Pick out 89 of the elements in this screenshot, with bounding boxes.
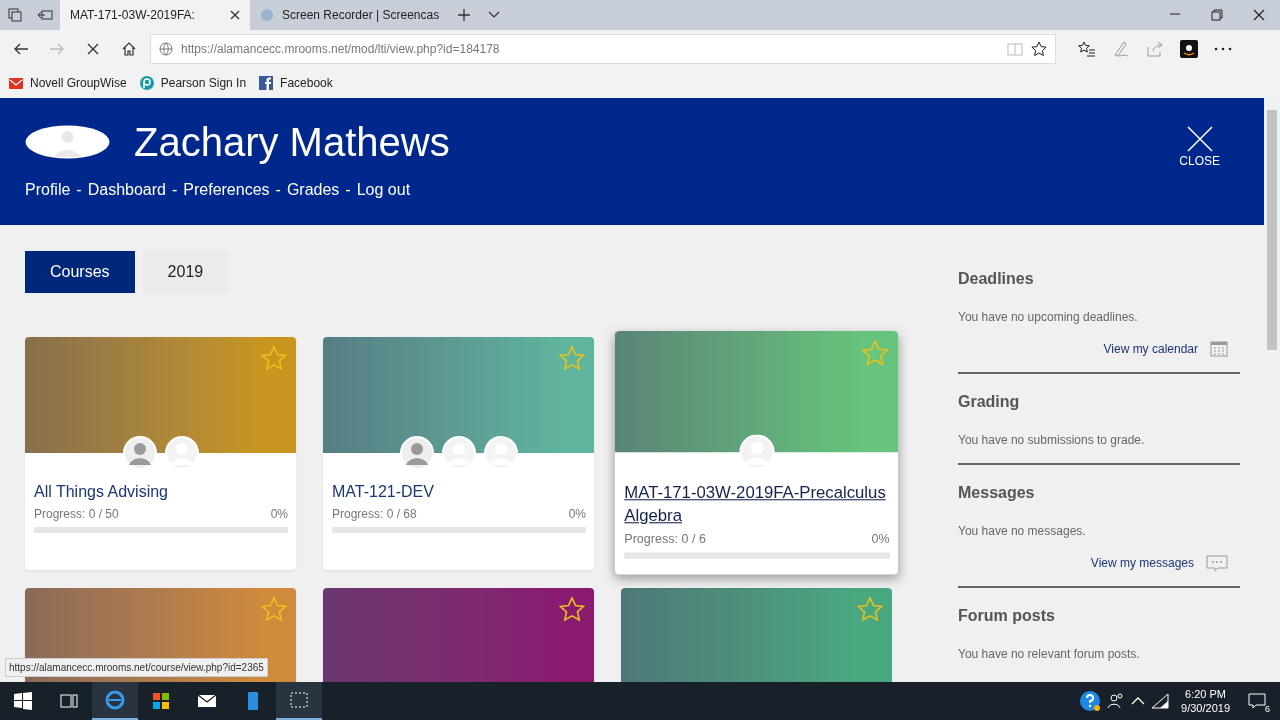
- teacher-avatar-icon[interactable]: [122, 436, 157, 470]
- section-heading: Messages: [958, 483, 1036, 503]
- star-icon[interactable]: [856, 596, 884, 624]
- teacher-avatar-icon[interactable]: [399, 436, 434, 470]
- pen-icon[interactable]: [1112, 40, 1130, 58]
- favorites-link[interactable]: Pearson Sign In: [138, 74, 247, 92]
- course-tab[interactable]: 2019: [142, 251, 229, 293]
- mail-icon: [8, 75, 24, 91]
- address-field[interactable]: https://alamancecc.mrooms.net/mod/lti/view.php?id=184178: [150, 34, 1056, 64]
- course-title-link[interactable]: MAT-171-03W-2019FA-Precalculus Algebra: [624, 481, 890, 528]
- wifi-icon[interactable]: [1151, 693, 1170, 709]
- progress-percent: 0%: [270, 506, 288, 523]
- restore-tabs-icon[interactable]: [37, 9, 53, 21]
- social-logo-icon: [258, 75, 275, 91]
- calendar-icon[interactable]: [1210, 340, 1228, 358]
- section-link[interactable]: View my messages: [1090, 554, 1194, 572]
- section-message: You have no relevant forum posts.: [958, 646, 1141, 663]
- help-icon[interactable]: [1079, 690, 1102, 712]
- section-heading: Forum posts: [958, 606, 1056, 626]
- user-name: Zachary Mathews: [134, 122, 450, 162]
- star-icon[interactable]: [260, 345, 288, 373]
- teacher-avatar-icon[interactable]: [441, 436, 476, 470]
- grid-app-icon[interactable]: [151, 691, 171, 711]
- new-tab-icon[interactable]: [457, 8, 472, 22]
- course-card[interactable]: MAT-121-DEV Progress: 0 / 68 0%: [323, 337, 594, 570]
- close-icon[interactable]: [230, 10, 240, 20]
- clock[interactable]: 6:20 PM 9/30/2019: [1175, 687, 1236, 715]
- favorites-link[interactable]: Novell GroupWise: [8, 74, 127, 92]
- course-card[interactable]: All Things Advising Progress: 0 / 50 0%: [25, 337, 296, 570]
- people-icon[interactable]: [1107, 692, 1126, 710]
- separator: -: [345, 180, 351, 200]
- separator: -: [275, 180, 281, 200]
- chevron-up-icon[interactable]: [1131, 696, 1146, 706]
- progress-label: Progress: 0 / 6: [624, 530, 706, 549]
- notifications-button[interactable]: 6: [1242, 686, 1272, 716]
- tabs-aside-icon[interactable]: [8, 8, 22, 22]
- progress-percent: 0%: [871, 530, 890, 549]
- header-link[interactable]: Dashboard: [87, 178, 166, 202]
- close-icon: [1186, 126, 1213, 152]
- teacher-avatar-icon[interactable]: [738, 434, 775, 470]
- progress-label: Progress: 0 / 50: [34, 506, 119, 523]
- snipping-icon[interactable]: [289, 690, 309, 710]
- section-message: You have no submissions to grade.: [958, 432, 1146, 449]
- browser-tab[interactable]: MAT-171-03W-2019FA:: [60, 0, 250, 30]
- avatar-icon: [25, 125, 110, 159]
- section-heading: Grading: [958, 392, 1021, 412]
- star-icon[interactable]: [558, 345, 586, 373]
- notification-count: 6: [1265, 705, 1270, 714]
- course-title-link[interactable]: MAT-121-DEV: [332, 481, 586, 503]
- star-icon[interactable]: [260, 596, 288, 624]
- more-icon[interactable]: [1214, 47, 1232, 51]
- favorites-list-icon[interactable]: [1078, 41, 1096, 57]
- section-heading: Deadlines: [958, 269, 1035, 289]
- stop-icon[interactable]: [85, 41, 101, 57]
- star-icon[interactable]: [558, 596, 586, 624]
- star-icon[interactable]: [1031, 41, 1047, 57]
- section-message: You have no messages.: [958, 523, 1087, 540]
- header-link[interactable]: Grades: [286, 178, 340, 202]
- star-icon[interactable]: [860, 339, 890, 369]
- chevron-down-icon[interactable]: [488, 11, 501, 19]
- header-link[interactable]: Log out: [356, 178, 411, 202]
- message-icon: [1248, 693, 1266, 709]
- app-icon[interactable]: [1180, 40, 1198, 58]
- header-link[interactable]: Preferences: [183, 178, 270, 202]
- header-link[interactable]: Profile: [25, 178, 71, 202]
- globe-icon: [159, 42, 173, 56]
- course-title-link[interactable]: All Things Advising: [34, 481, 288, 503]
- status-url-tooltip: https://alamancecc.mrooms.net/course/view.php?id=2365: [5, 658, 268, 677]
- course-tab[interactable]: Courses: [25, 251, 135, 293]
- start-icon[interactable]: [13, 691, 33, 711]
- teacher-avatar-icon[interactable]: [164, 436, 199, 470]
- section-message: You have no upcoming deadlines.: [958, 309, 1139, 326]
- course-card[interactable]: MAT-171-03W-2019FA-Precalculus Algebra Progress: 0 / 6 0%: [614, 331, 899, 575]
- progress-label: Progress: 0 / 68: [332, 506, 417, 523]
- separator: -: [76, 180, 82, 200]
- back-icon[interactable]: [13, 41, 29, 57]
- restore-icon[interactable]: [1211, 9, 1223, 21]
- favorites-link[interactable]: Facebook: [258, 74, 333, 92]
- teacher-avatar-icon[interactable]: [483, 436, 518, 470]
- home-icon[interactable]: [121, 41, 137, 57]
- globe-icon: [260, 8, 274, 22]
- progress-percent: 0%: [568, 506, 586, 523]
- section-link[interactable]: View my calendar: [1103, 340, 1198, 358]
- task-view-icon[interactable]: [59, 691, 79, 711]
- close-icon[interactable]: [1253, 9, 1265, 21]
- circle-logo-icon: [138, 75, 155, 91]
- close-button[interactable]: CLOSE: [1179, 126, 1220, 170]
- browser-icon[interactable]: [105, 690, 125, 710]
- separator: -: [171, 180, 178, 200]
